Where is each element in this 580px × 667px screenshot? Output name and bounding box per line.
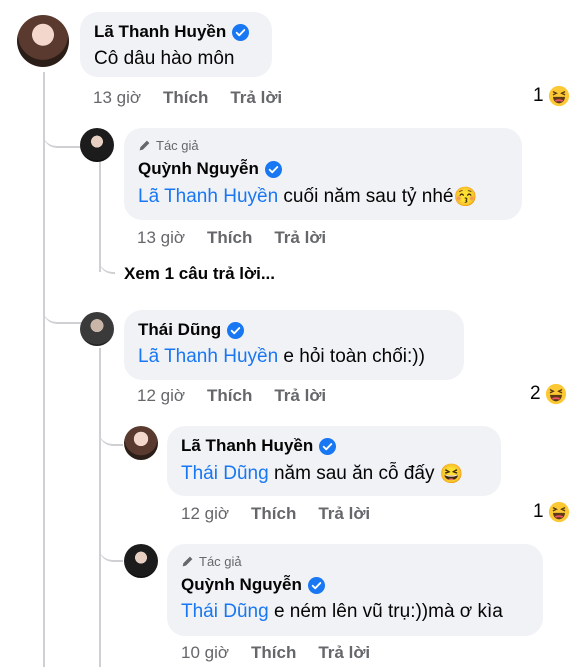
comment-text-body: e hỏi toàn chối:)) [278, 346, 425, 367]
comment-bubble: Tác giả Quỳnh Nguyễn Lã Thanh Huyền cuối… [124, 128, 522, 220]
haha-reaction-icon [548, 85, 569, 107]
thread-connector [99, 534, 123, 562]
comment-text: Thái Dũng năm sau ăn cỗ đấy 😆 [181, 462, 487, 486]
reply-button[interactable]: Trả lời [230, 88, 282, 108]
reaction-count: 1 [533, 501, 544, 522]
reply-button[interactable]: Trả lời [274, 228, 326, 248]
comment-time[interactable]: 13 giờ [93, 88, 141, 108]
comment-text-body: cuối năm sau tỷ nhé [278, 186, 454, 208]
avatar[interactable] [17, 15, 69, 67]
comment-author[interactable]: Lã Thanh Huyền [94, 22, 226, 42]
like-button[interactable]: Thích [251, 643, 296, 663]
comment-author[interactable]: Quỳnh Nguyễn [138, 159, 259, 179]
reply-button[interactable]: Trả lời [274, 386, 326, 406]
comment-time[interactable]: 12 giờ [137, 386, 185, 406]
comment-time[interactable]: 13 giờ [137, 228, 185, 248]
verified-badge-icon [227, 321, 245, 339]
comment-text: Lã Thanh Huyền cuối năm sau tỷ nhé😚 [138, 185, 508, 209]
comment-bubble: Thái Dũng Lã Thanh Huyền e hỏi toàn chối… [124, 310, 464, 380]
reaction-summary[interactable]: 2 [530, 383, 567, 405]
comment-text: Thái Dũng e ném lên vũ trụ:))mà ơ kìa [181, 601, 529, 623]
reply-button[interactable]: Trả lời [318, 643, 370, 663]
like-button[interactable]: Thích [251, 504, 296, 524]
verified-badge-icon [232, 23, 250, 41]
thread-connector [43, 296, 81, 324]
comment-text: Cô dâu hào môn [94, 48, 235, 69]
emoji: 😚 [453, 187, 478, 208]
pen-icon [182, 556, 193, 567]
thread-connector [99, 418, 123, 446]
author-tag-label: Tác giả [199, 554, 242, 569]
haha-reaction-icon [545, 383, 566, 405]
comment-time[interactable]: 10 giờ [181, 643, 229, 663]
author-tag-label: Tác giả [156, 138, 199, 153]
comment-time[interactable]: 12 giờ [181, 504, 229, 524]
mention-link[interactable]: Lã Thanh Huyền [138, 186, 278, 207]
reaction-summary[interactable]: 1 [533, 501, 570, 523]
like-button[interactable]: Thích [207, 228, 252, 248]
comment-author[interactable]: Lã Thanh Huyền [181, 436, 313, 456]
author-tag: Tác giả [181, 554, 529, 569]
reaction-summary[interactable]: 1 [533, 85, 570, 107]
comment-actions: 12 giờ Thích Trả lời [181, 504, 370, 524]
comment-actions: 12 giờ Thích Trả lời [137, 386, 326, 406]
avatar[interactable] [124, 426, 158, 460]
reaction-count: 2 [530, 383, 541, 404]
like-button[interactable]: Thích [207, 386, 252, 406]
thread-line-sub [99, 348, 101, 667]
verified-badge-icon [319, 437, 337, 455]
comment-actions: 10 giờ Thích Trả lời [181, 643, 370, 663]
comment-bubble: Lã Thanh Huyền Thái Dũng năm sau ăn cỗ đ… [167, 426, 501, 496]
thread-line-main [43, 72, 45, 667]
verified-badge-icon [264, 160, 282, 178]
thread-connector [43, 120, 81, 148]
thread-connector [99, 252, 115, 274]
reaction-count: 1 [533, 85, 544, 106]
mention-link[interactable]: Thái Dũng [181, 601, 269, 622]
comment-author[interactable]: Quỳnh Nguyễn [181, 575, 302, 595]
author-tag: Tác giả [138, 138, 508, 153]
comment-author[interactable]: Thái Dũng [138, 320, 221, 340]
view-more-replies-link[interactable]: Xem 1 câu trả lời... [124, 264, 275, 284]
comment-bubble: Lã Thanh Huyền Cô dâu hào môn [80, 12, 272, 77]
avatar[interactable] [124, 544, 158, 578]
comment-actions: 13 giờ Thích Trả lời [93, 88, 282, 108]
reply-button[interactable]: Trả lời [318, 504, 370, 524]
comment-text: Lã Thanh Huyền e hỏi toàn chối:)) [138, 346, 450, 368]
comment-actions: 13 giờ Thích Trả lời [137, 228, 326, 248]
comment-bubble: Tác giả Quỳnh Nguyễn Thái Dũng e ném lên… [167, 544, 543, 636]
pen-icon [139, 140, 150, 151]
mention-link[interactable]: Lã Thanh Huyền [138, 346, 278, 367]
verified-badge-icon [307, 576, 325, 594]
haha-reaction-icon [548, 501, 569, 523]
comment-text-body: e ném lên vũ trụ:))mà ơ kìa [268, 601, 503, 622]
avatar[interactable] [80, 128, 114, 162]
avatar[interactable] [80, 312, 114, 346]
mention-link[interactable]: Thái Dũng [181, 463, 269, 484]
emoji: 😆 [439, 464, 464, 485]
comment-text-body: năm sau ăn cỗ đấy [268, 463, 435, 485]
like-button[interactable]: Thích [163, 88, 208, 108]
